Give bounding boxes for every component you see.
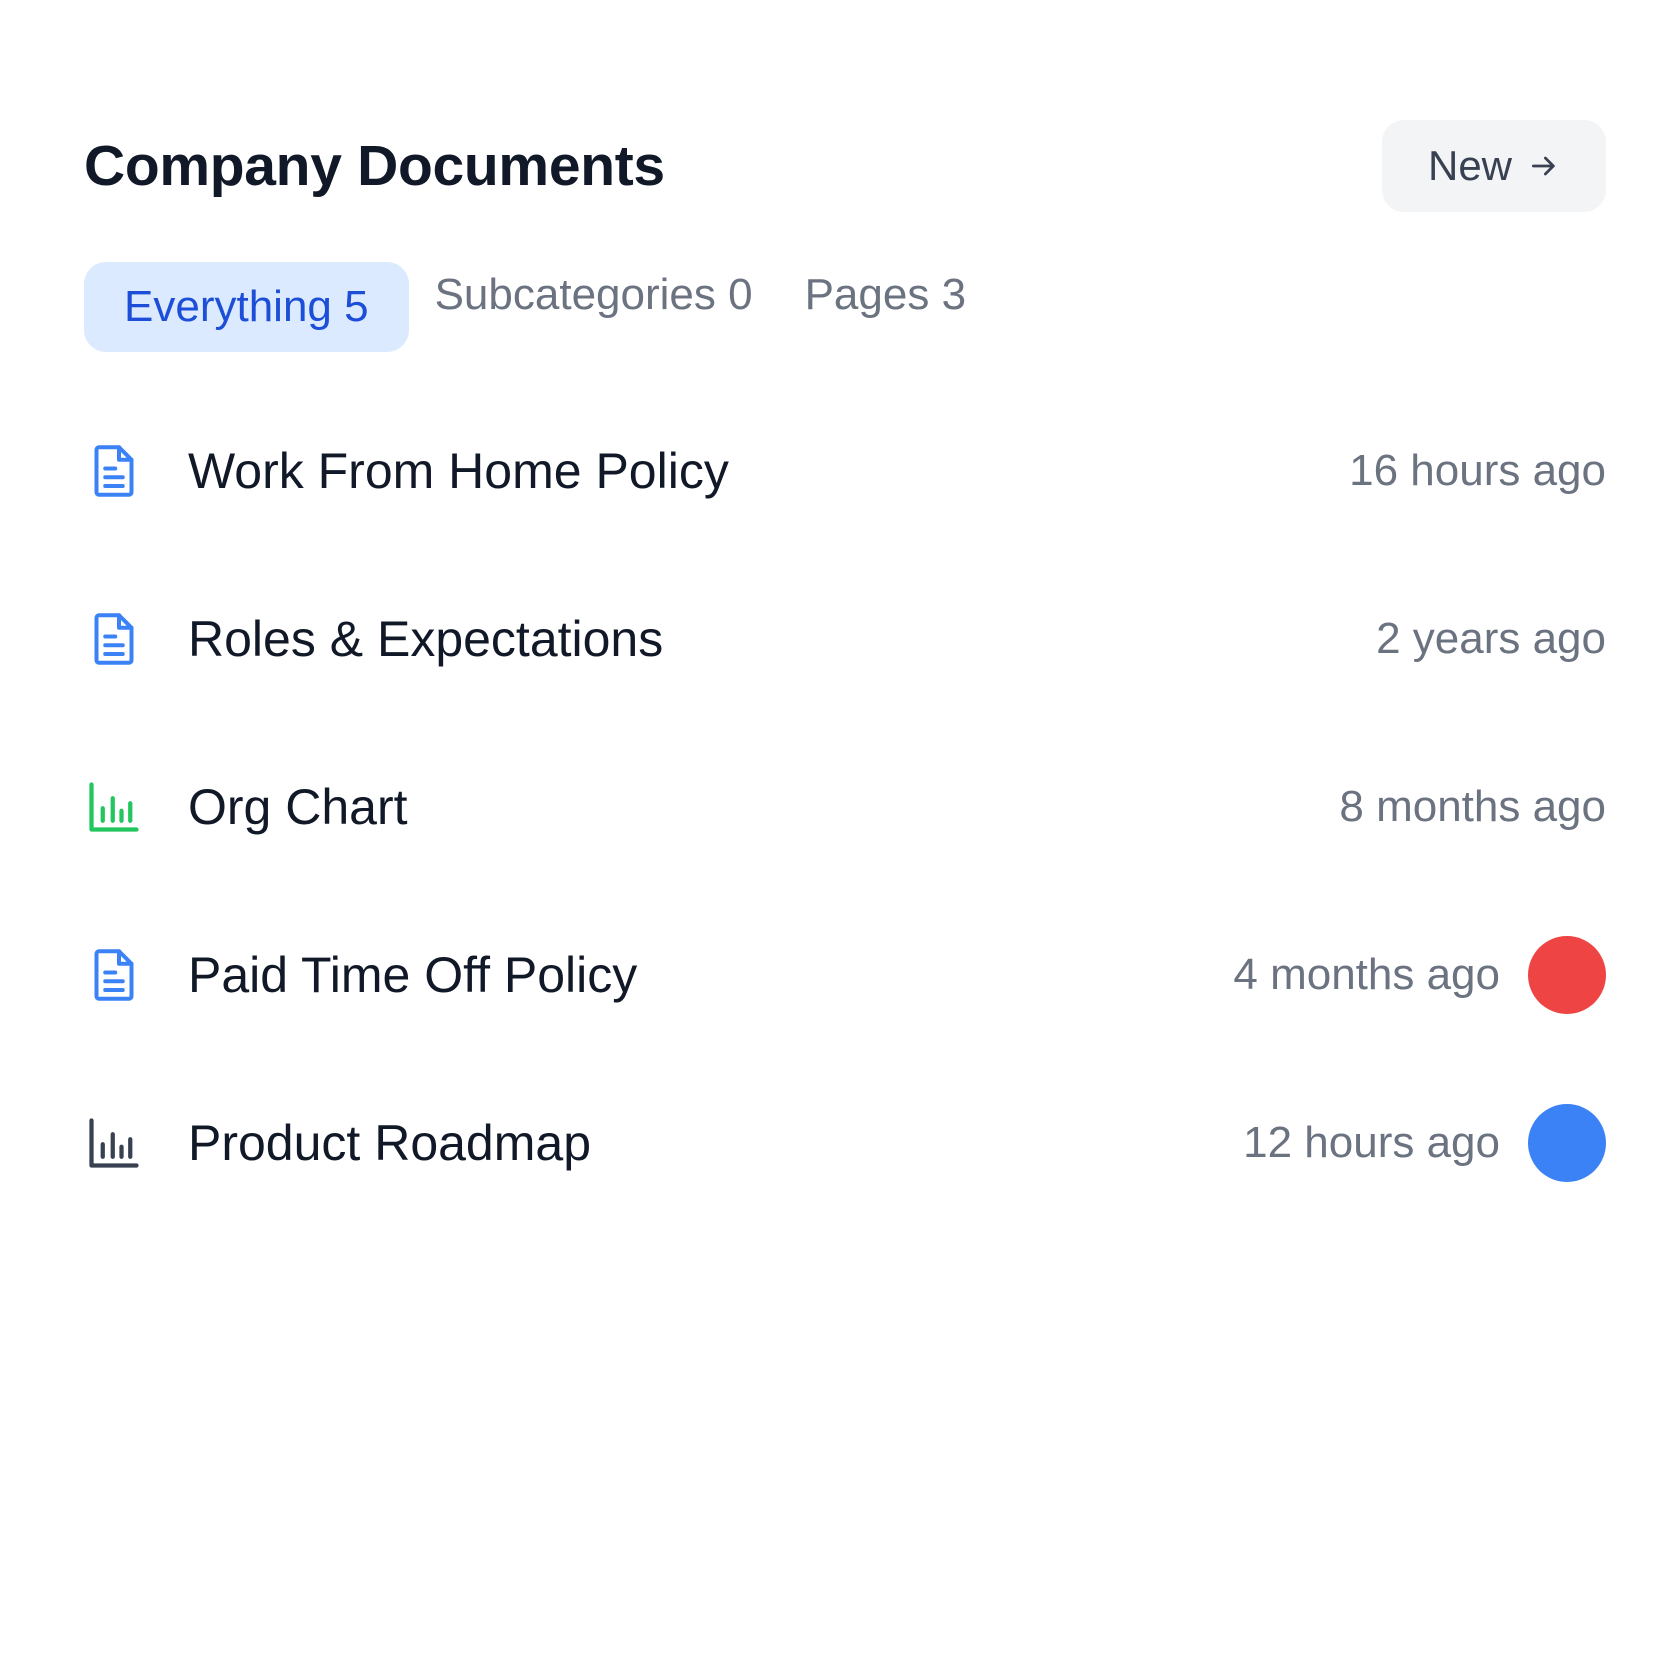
bar-chart-icon: [84, 1113, 144, 1173]
new-button-label: New: [1427, 142, 1513, 189]
document-icon: [84, 609, 144, 669]
arrow-right-icon: [1532, 156, 1555, 176]
page-title: Company Documents: [84, 134, 665, 198]
list-item[interactable]: Roles & Expectations 2 years ago: [84, 555, 1606, 723]
document-title: Work From Home Policy: [188, 443, 729, 499]
list-item[interactable]: Work From Home Policy 16 hours ago: [84, 387, 1606, 555]
list-item[interactable]: Product Roadmap 12 hours ago: [84, 1059, 1606, 1227]
document-list: Work From Home Policy 16 hours ago Roles…: [84, 387, 1606, 1227]
new-button[interactable]: New: [1382, 120, 1606, 212]
document-title: Product Roadmap: [188, 1115, 592, 1171]
document-timestamp: 8 months ago: [1339, 782, 1606, 831]
list-item[interactable]: Org Chart 8 months ago: [84, 723, 1606, 891]
document-timestamp: 16 hours ago: [1349, 446, 1606, 495]
header: Company Documents New: [84, 120, 1606, 212]
bar-chart-icon: [84, 777, 144, 837]
document-timestamp: 2 years ago: [1376, 614, 1606, 663]
document-icon: [84, 945, 144, 1005]
document-title: Paid Time Off Policy: [188, 947, 638, 1003]
tab-pages[interactable]: Pages 3: [779, 262, 992, 338]
list-item[interactable]: Paid Time Off Policy 4 months ago: [84, 891, 1606, 1059]
document-timestamp: 12 hours ago: [1243, 1118, 1500, 1167]
document-icon: [84, 441, 144, 501]
documents-panel: Company Documents New Everything 5 Subca…: [0, 0, 1680, 1680]
tab-bar: Everything 5 Subcategories 0 Pages 3: [84, 262, 992, 354]
document-timestamp: 4 months ago: [1233, 950, 1500, 999]
tab-subcategories[interactable]: Subcategories 0: [409, 262, 779, 338]
tab-everything[interactable]: Everything 5: [84, 262, 409, 352]
document-title: Roles & Expectations: [188, 611, 664, 667]
avatar[interactable]: [1528, 1104, 1606, 1182]
document-title: Org Chart: [188, 779, 408, 835]
avatar[interactable]: [1528, 936, 1606, 1014]
